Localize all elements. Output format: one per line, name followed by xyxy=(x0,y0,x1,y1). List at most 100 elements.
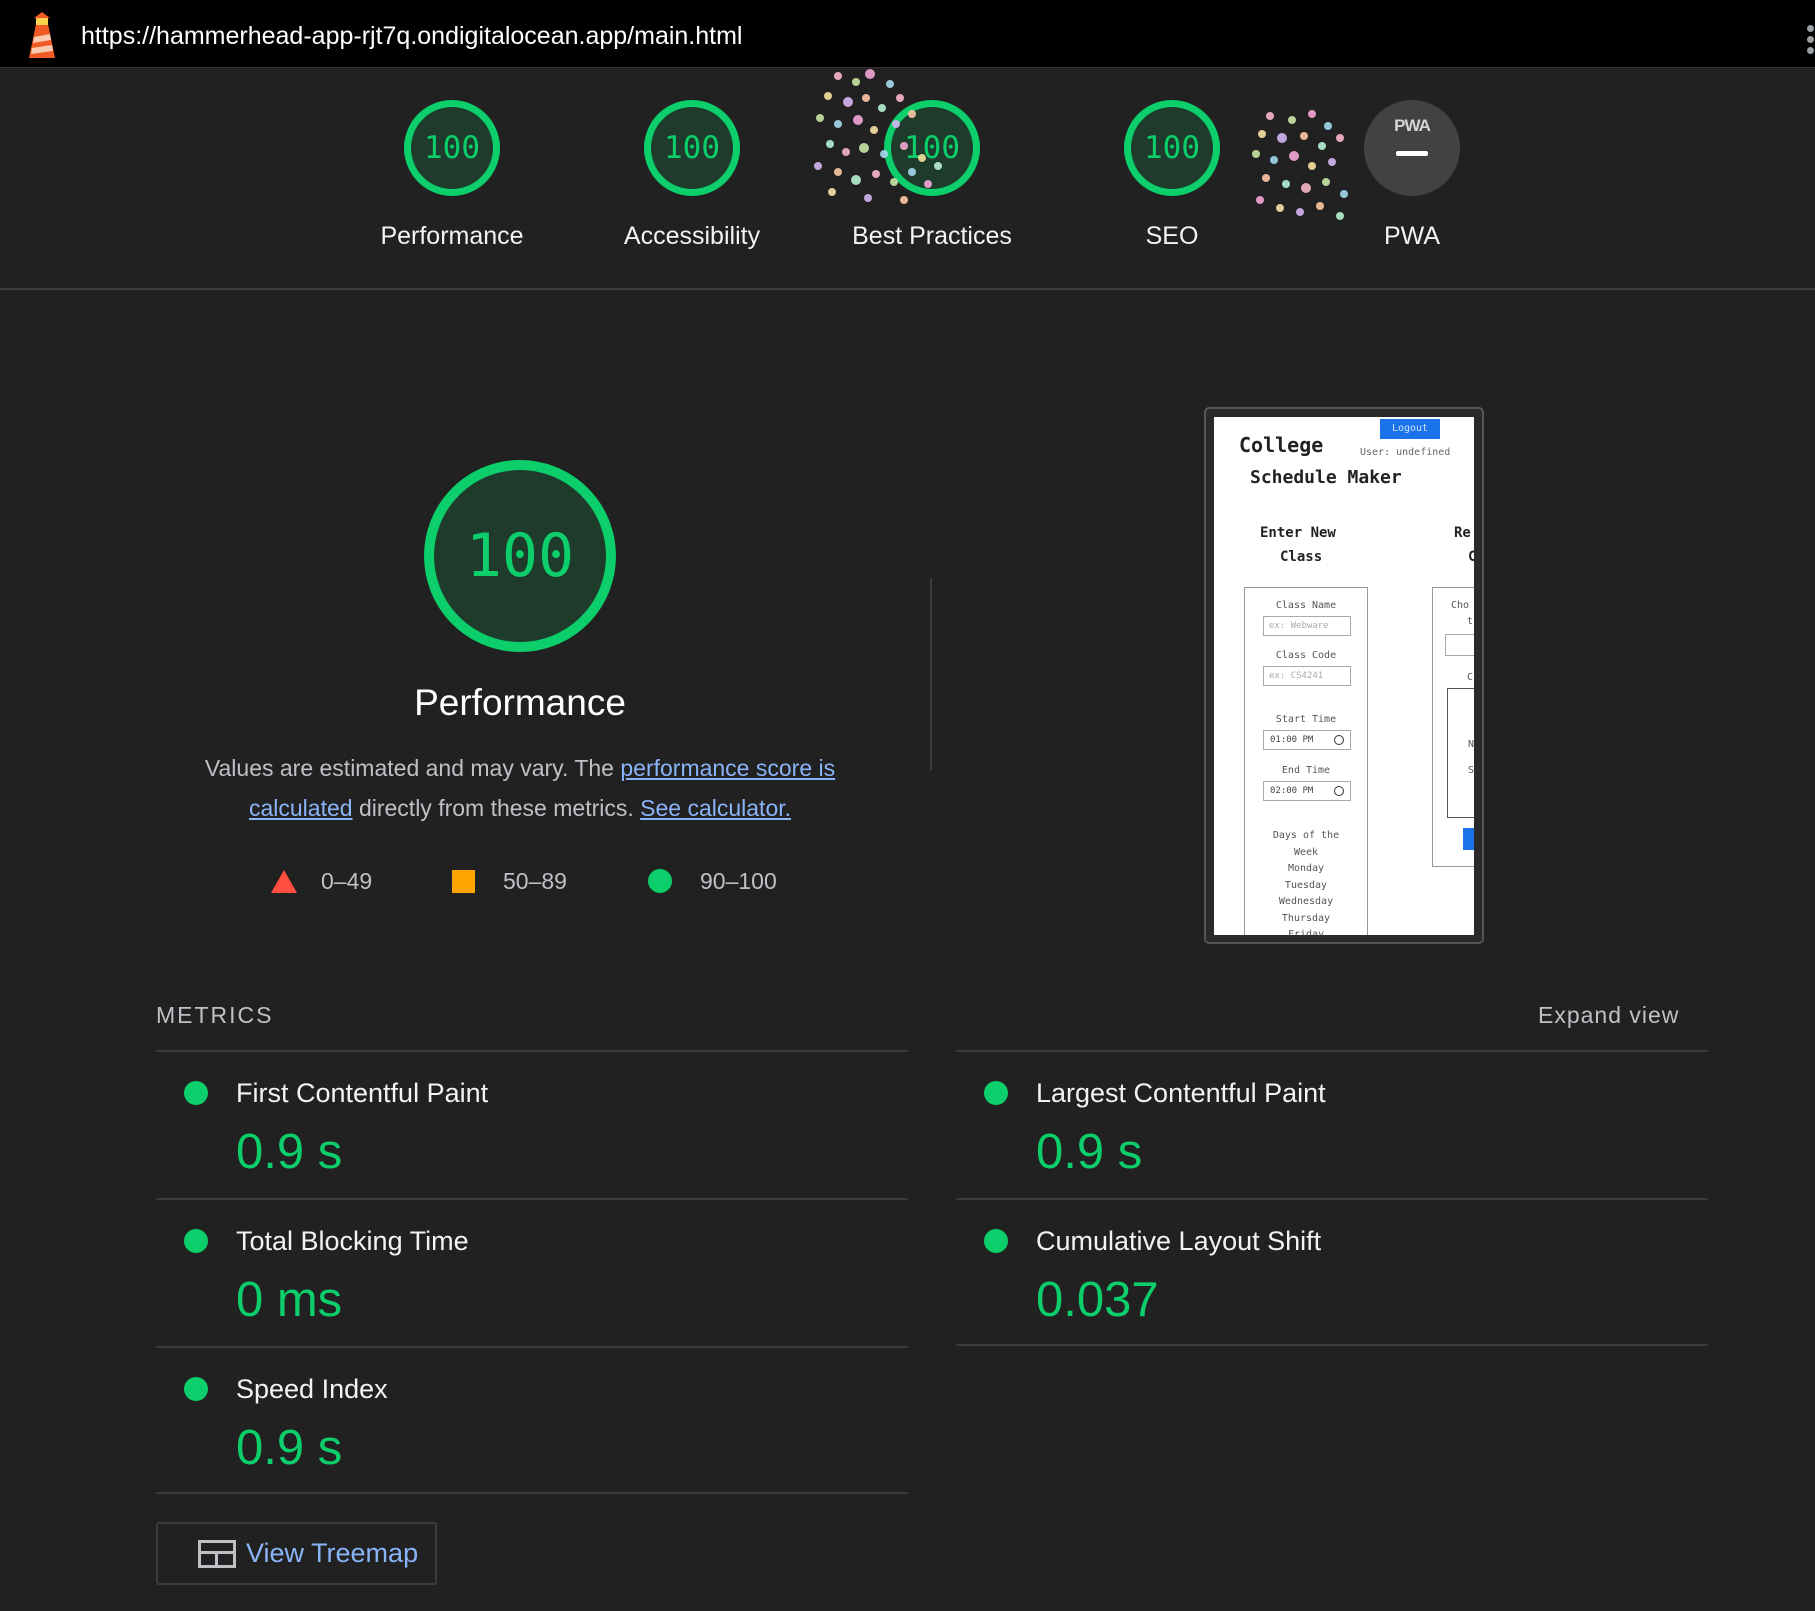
treemap-icon xyxy=(198,1539,236,1568)
gauge-score: 100 xyxy=(1124,100,1220,196)
start-time-value: 01:00 PM xyxy=(1270,735,1314,745)
day-option: Monday xyxy=(1287,863,1325,874)
metric-title: Speed Index xyxy=(236,1374,388,1404)
gauge-best-practices[interactable]: 100 Best Practices xyxy=(837,100,1027,251)
class-name-label: Class Name xyxy=(1275,600,1337,611)
metric-title: First Contentful Paint xyxy=(236,1078,489,1108)
metric-title: Total Blocking Time xyxy=(236,1226,469,1256)
see-calculator-link[interactable]: See calculator. xyxy=(640,795,791,821)
enter-heading-line2: Class xyxy=(1280,549,1323,565)
description-text: Values are estimated and may vary. The xyxy=(204,755,621,781)
days-label: Week xyxy=(1293,846,1319,858)
gauge-accessibility[interactable]: 100 Accessibility xyxy=(597,100,787,251)
days-of-week: Days of the Week Monday Tuesday Wednesda… xyxy=(1245,828,1367,935)
select-box xyxy=(1445,634,1474,656)
metric-first-contentful-paint: First Contentful Paint 0.9 s xyxy=(156,1050,908,1198)
gauge-performance[interactable]: 100 Performance xyxy=(357,100,547,251)
enter-class-form: Class Name ex: Webware Class Code ex: CS… xyxy=(1244,587,1368,935)
day-option: Thursday xyxy=(1281,912,1331,924)
metric-total-blocking-time: Total Blocking Time 0 ms xyxy=(156,1198,908,1346)
expand-view-button[interactable]: Expand view xyxy=(1538,1002,1679,1029)
section-divider xyxy=(930,578,932,770)
class-code-label: Class Code xyxy=(1275,650,1337,661)
view-treemap-label: View Treemap xyxy=(246,1538,419,1568)
metrics-divider xyxy=(956,1344,1708,1346)
fragment-text: C xyxy=(1467,672,1474,683)
gauge-score: 100 xyxy=(884,100,980,196)
day-option: Wednesday xyxy=(1278,896,1334,907)
fragment-text: N xyxy=(1468,739,1474,750)
user-label: User: undefined xyxy=(1360,447,1451,458)
start-time-input: 01:00 PM xyxy=(1263,730,1351,750)
right-heading-line2: C xyxy=(1468,549,1474,565)
metric-value: 0.9 s xyxy=(1036,1125,1143,1179)
metric-title: Cumulative Layout Shift xyxy=(1036,1226,1322,1256)
fragment-text: S xyxy=(1468,765,1474,776)
performance-description: Values are estimated and may vary. The p… xyxy=(160,748,880,828)
fragment-text: t xyxy=(1467,616,1474,627)
remove-class-form: Cho t C N S xyxy=(1432,587,1474,867)
metric-cumulative-layout-shift: Cumulative Layout Shift 0.037 xyxy=(956,1198,1708,1346)
final-screenshot[interactable]: Logout College User: undefined Schedule … xyxy=(1204,407,1484,944)
pass-dot-icon xyxy=(184,1377,208,1401)
metric-value: 0.9 s xyxy=(236,1125,343,1179)
pwa-badge-icon: PWA xyxy=(1364,100,1460,196)
legend-fail: 0–49 xyxy=(271,866,372,896)
description-text: directly from these metrics. xyxy=(352,795,641,821)
days-label: Days of the xyxy=(1272,830,1340,841)
end-time-label: End Time xyxy=(1281,765,1331,776)
end-time-input: 02:00 PM xyxy=(1263,781,1351,801)
app-title-line2: Schedule Maker xyxy=(1250,467,1402,488)
legend-label: 50–89 xyxy=(503,867,567,894)
pass-dot-icon xyxy=(184,1229,208,1253)
metric-value: 0 ms xyxy=(236,1273,343,1327)
gauge-label: Best Practices xyxy=(852,222,1012,250)
start-time-label: Start Time xyxy=(1275,714,1337,725)
metrics-heading: METRICS xyxy=(156,1002,274,1028)
class-name-input: ex: Webware xyxy=(1263,616,1351,636)
gauge-label: Accessibility xyxy=(623,222,761,250)
gauge-seo[interactable]: 100 SEO xyxy=(1077,100,1267,251)
app-title-line1: College xyxy=(1239,433,1324,457)
square-icon xyxy=(452,869,475,893)
gauge-pwa[interactable]: PWA PWA xyxy=(1317,100,1507,251)
gauge-score: 100 xyxy=(644,100,740,196)
category-gauges: 100 Performance 100 Accessibility 100 Be… xyxy=(0,68,1815,290)
circle-icon xyxy=(648,869,672,893)
logout-button: Logout xyxy=(1380,419,1440,439)
metric-speed-index: Speed Index 0.9 s xyxy=(156,1346,908,1494)
right-heading-line1: Re xyxy=(1454,525,1471,541)
view-treemap-button[interactable]: View Treemap xyxy=(156,1522,437,1585)
gauge-label: Performance xyxy=(380,222,524,250)
pass-dot-icon xyxy=(984,1081,1008,1105)
class-details-box: N S xyxy=(1447,688,1474,818)
pass-dot-icon xyxy=(984,1229,1008,1253)
lighthouse-icon xyxy=(29,12,55,58)
performance-score-gauge: 100 xyxy=(424,460,616,652)
fragment-text: Cho xyxy=(1451,600,1470,611)
day-option: Friday xyxy=(1287,929,1325,935)
legend-label: 90–100 xyxy=(700,867,777,894)
performance-title: Performance xyxy=(414,682,626,723)
clock-icon xyxy=(1334,735,1344,745)
end-time-value: 02:00 PM xyxy=(1270,786,1314,796)
pwa-dash-icon xyxy=(1396,151,1428,156)
pass-dot-icon xyxy=(184,1081,208,1105)
metrics-divider xyxy=(156,1492,908,1494)
submit-button xyxy=(1463,828,1474,850)
gauge-score: 100 xyxy=(404,100,500,196)
clock-icon xyxy=(1334,786,1344,796)
legend-pass: 90–100 xyxy=(648,866,777,896)
screenshot-content: Logout College User: undefined Schedule … xyxy=(1214,417,1474,935)
metric-largest-contentful-paint: Largest Contentful Paint 0.9 s xyxy=(956,1050,1708,1198)
pwa-badge-text: PWA xyxy=(1394,116,1431,135)
kebab-menu-icon[interactable] xyxy=(1807,25,1815,55)
metric-title: Largest Contentful Paint xyxy=(1036,1078,1326,1108)
top-bar: https://hammerhead-app-rjt7q.ondigitaloc… xyxy=(0,0,1815,68)
metric-value: 0.9 s xyxy=(236,1421,343,1475)
page-url: https://hammerhead-app-rjt7q.ondigitaloc… xyxy=(81,22,743,50)
triangle-icon xyxy=(271,869,297,893)
legend-average: 50–89 xyxy=(452,866,567,896)
gauge-label: SEO xyxy=(1145,222,1199,250)
legend-label: 0–49 xyxy=(321,867,373,894)
